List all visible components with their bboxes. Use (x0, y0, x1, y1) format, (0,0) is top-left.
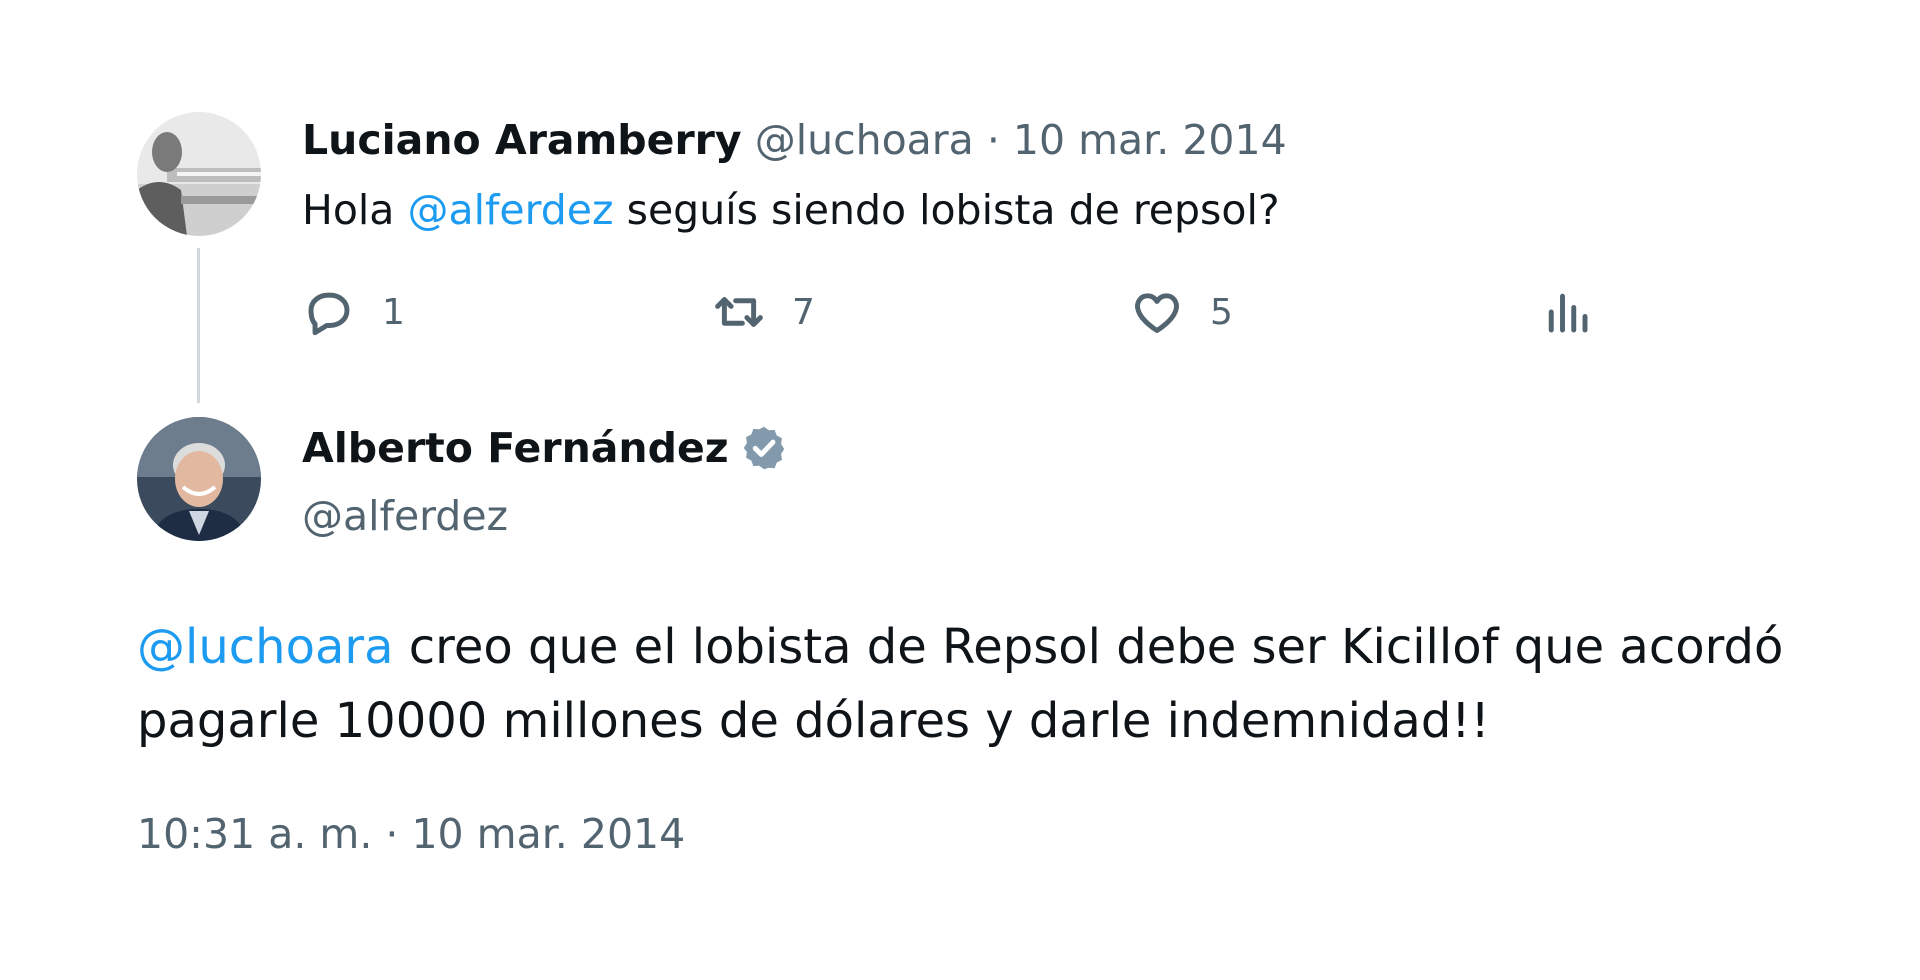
avatar-luciano-aramberry[interactable] (137, 112, 261, 236)
reply-text-suffix: seguís siendo lobista de repsol? (613, 186, 1280, 234)
reply-separator: · (973, 116, 1013, 164)
main-tweet-text: @luchoara creo que el lobista de Repsol … (137, 610, 1857, 758)
avatar-alberto-fernandez[interactable] (137, 417, 261, 541)
reply-author-name[interactable]: Luciano Aramberry (302, 116, 742, 164)
verified-badge-icon[interactable] (739, 423, 789, 473)
reply-count: 1 (382, 291, 405, 333)
main-text-line-1-rest: creo que el lobista de Repsol debe ser K… (393, 619, 1784, 675)
main-author-name-row: Alberto Fernández (302, 420, 789, 476)
reply-mention-link[interactable]: @alferdez (407, 186, 613, 234)
views-chart-icon (1548, 293, 1588, 333)
reply-tweet-text: Hola @alferdez seguís siendo lobista de … (302, 182, 1280, 238)
like-count: 5 (1210, 291, 1233, 333)
views-button[interactable] (1540, 282, 1594, 342)
reply-text-prefix: Hola (302, 186, 408, 234)
reply-action-bar: 1 7 5 (302, 282, 1602, 342)
main-text-line-1: @luchoara creo que el lobista de Repsol … (137, 610, 1857, 684)
main-author-name[interactable]: Alberto Fernández (302, 420, 729, 476)
retweet-icon (715, 297, 763, 327)
reply-button[interactable]: 1 (302, 282, 405, 342)
like-button[interactable]: 5 (1130, 282, 1233, 342)
reply-date[interactable]: 10 mar. 2014 (1013, 116, 1287, 164)
tweet-thread: Luciano Aramberry @luchoara · 10 mar. 20… (0, 0, 1920, 980)
retweet-count: 7 (792, 291, 815, 333)
reply-tweet-header: Luciano Aramberry @luchoara · 10 mar. 20… (302, 112, 1287, 168)
retweet-button[interactable]: 7 (712, 282, 815, 342)
main-author-handle[interactable]: @alferdez (302, 488, 508, 544)
thread-connector-line (197, 248, 200, 403)
main-tweet-timestamp[interactable]: 10:31 a. m. · 10 mar. 2014 (137, 806, 685, 862)
reply-bubble-icon (308, 292, 350, 336)
main-text-line-2: pagarle 10000 millones de dólares y darl… (137, 693, 1490, 749)
heart-icon (1135, 293, 1179, 333)
main-mention-link[interactable]: @luchoara (137, 619, 394, 675)
reply-author-handle[interactable]: @luchoara (755, 116, 974, 164)
